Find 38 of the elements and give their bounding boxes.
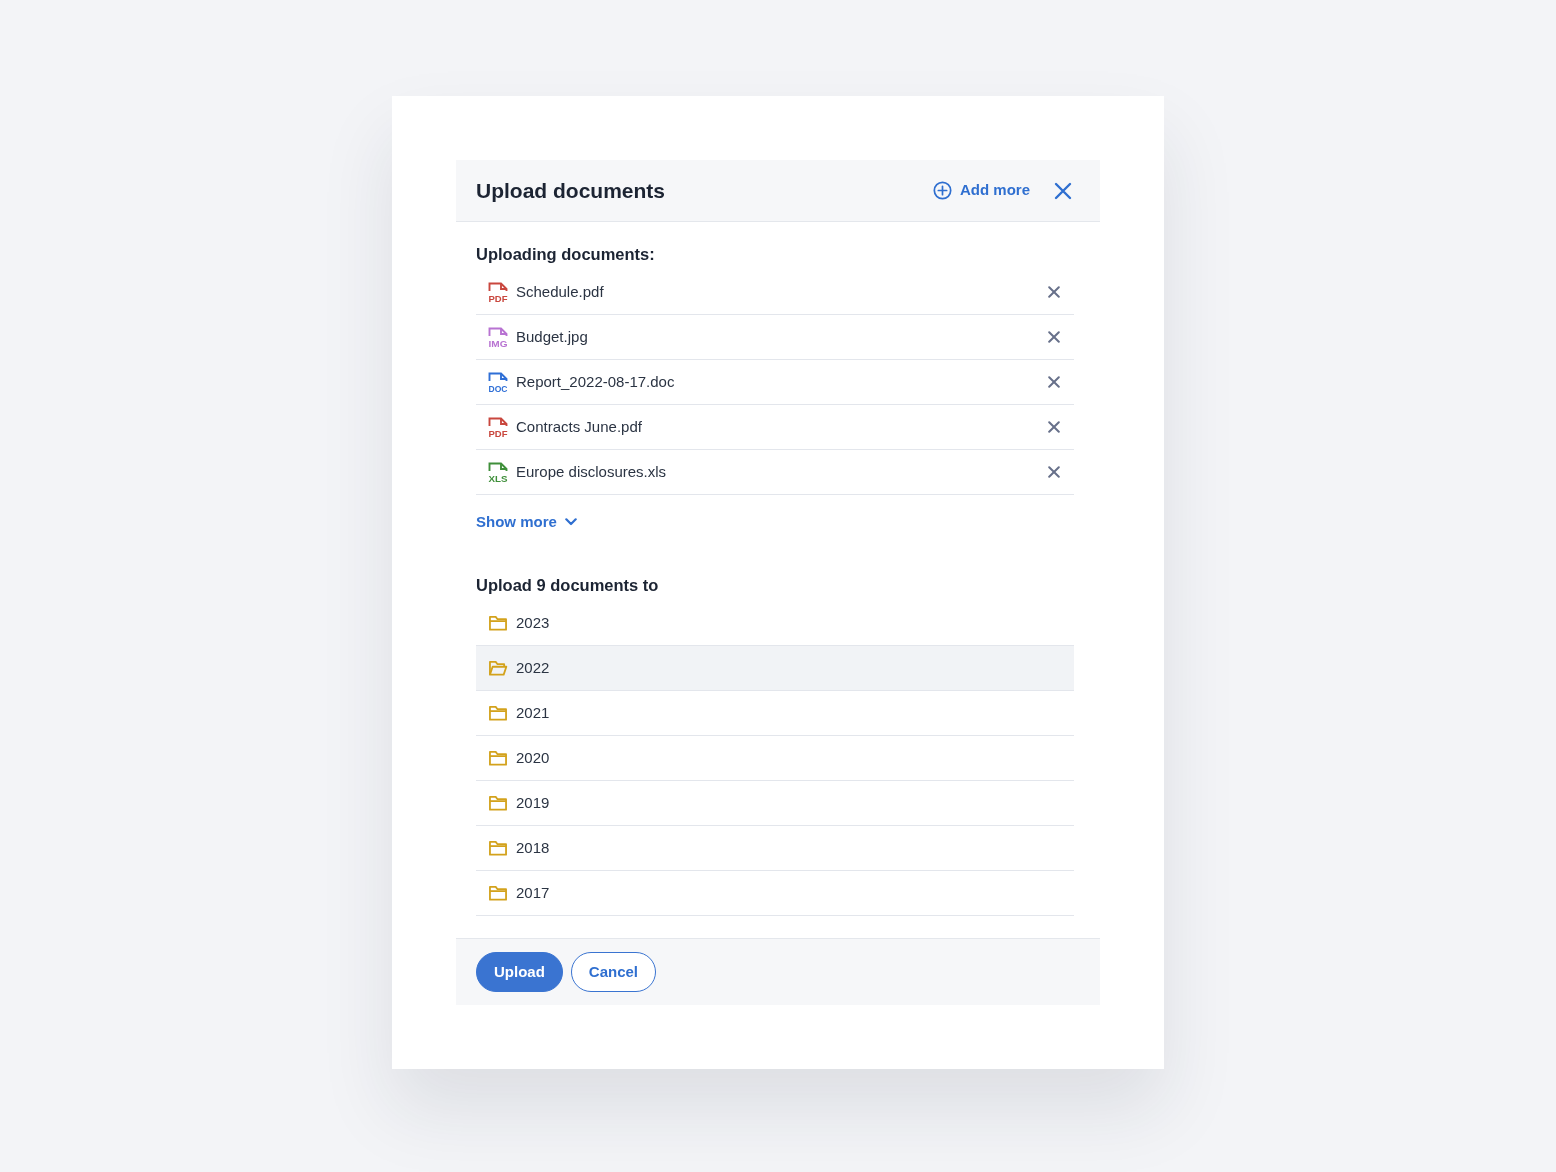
folder-icon bbox=[488, 614, 508, 632]
file-name: Report_2022-08-17.doc bbox=[516, 371, 675, 392]
remove-file-button[interactable] bbox=[1046, 329, 1062, 345]
folder-item[interactable]: 2018 bbox=[476, 826, 1074, 871]
file-name: Budget.jpg bbox=[516, 326, 588, 347]
folder-icon bbox=[488, 704, 508, 722]
open-folder-icon bbox=[488, 659, 508, 677]
folder-icon bbox=[488, 794, 508, 812]
folder-item[interactable]: 2020 bbox=[476, 736, 1074, 781]
close-icon bbox=[1054, 181, 1072, 200]
show-more-link[interactable]: Show more bbox=[476, 511, 577, 534]
dialog-title: Upload documents bbox=[476, 177, 665, 204]
close-icon bbox=[1048, 376, 1060, 388]
folder-item[interactable]: 2022 bbox=[476, 646, 1074, 691]
section-heading: Uploading documents: bbox=[476, 244, 656, 264]
file-name: Contracts June.pdf bbox=[516, 416, 642, 437]
folder-icon bbox=[488, 884, 508, 902]
close-icon bbox=[1048, 421, 1060, 433]
remove-file-button[interactable] bbox=[1046, 374, 1062, 390]
section-heading: Upload 9 documents to bbox=[476, 575, 660, 595]
plus-circle-icon bbox=[933, 181, 952, 200]
file-name: Schedule.pdf bbox=[516, 281, 604, 302]
folder-icon bbox=[488, 839, 508, 857]
remove-file-button[interactable] bbox=[1046, 464, 1062, 480]
folder-item[interactable]: 2019 bbox=[476, 781, 1074, 826]
file-name: Europe disclosures.xls bbox=[516, 461, 667, 482]
folder-item[interactable]: 2017 bbox=[476, 871, 1074, 916]
upload-button[interactable]: Upload bbox=[476, 952, 563, 992]
folder-item[interactable]: 2021 bbox=[476, 691, 1074, 736]
close-icon bbox=[1048, 466, 1060, 478]
add-more-link[interactable]: Add more bbox=[933, 179, 1030, 202]
remove-file-button[interactable] bbox=[1046, 419, 1062, 435]
close-icon bbox=[1048, 286, 1060, 298]
cancel-button[interactable]: Cancel bbox=[570, 952, 657, 992]
close-button[interactable] bbox=[1054, 181, 1072, 200]
close-icon bbox=[1048, 331, 1060, 343]
remove-file-button[interactable] bbox=[1046, 284, 1062, 300]
folder-icon bbox=[488, 749, 508, 767]
